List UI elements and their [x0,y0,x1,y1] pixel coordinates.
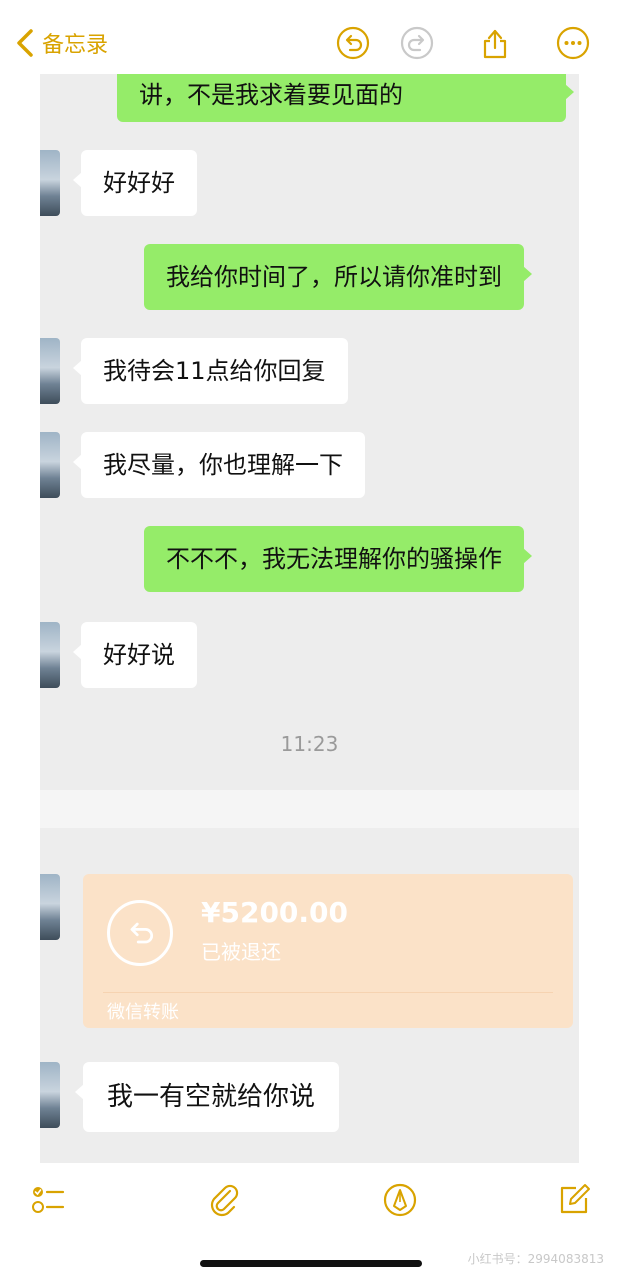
avatar [40,622,60,688]
message-bubble-sent: 讲，不是我求着要见面的 [117,74,574,122]
home-indicator[interactable] [200,1260,422,1267]
transfer-divider [103,992,553,993]
message-timestamp: 11:23 [280,732,339,756]
undo-button[interactable] [336,26,370,60]
message-bubble-received: 我尽量，你也理解一下 [73,432,365,498]
redo-icon [400,26,434,60]
avatar [40,1062,60,1128]
avatar [40,338,60,404]
transfer-status: 已被退还 [201,940,281,964]
avatar [40,432,60,498]
undo-icon [336,26,370,60]
message-bubble-sent: 我给你时间了，所以请你准时到 [144,244,532,310]
back-button[interactable]: 备忘录 [14,26,108,60]
paperclip-icon [210,1184,239,1217]
watermark: 小红书号：2994083813 [467,1252,604,1266]
chevron-left-icon [17,29,33,57]
refund-icon [107,900,173,966]
notes-toolbar-bottom [0,1172,620,1232]
markup-button[interactable] [382,1182,418,1218]
chat-screenshot-1: 讲，不是我求着要见面的 好好好 我给你时间了，所以请你准时到 我待会11点给你回… [40,74,579,790]
pen-tip-icon [383,1183,417,1217]
more-button[interactable] [556,26,590,60]
message-bubble-sent: 不不不，我无法理解你的骚操作 [144,526,532,592]
checklist-icon [32,1187,65,1213]
attachment-button[interactable] [206,1182,242,1218]
avatar [40,874,60,940]
more-icon [556,26,590,60]
avatar [40,150,60,216]
transfer-amount: ¥5200.00 [201,896,349,929]
screenshot-divider [40,790,579,828]
redo-button[interactable] [400,26,434,60]
checklist-button[interactable] [30,1182,66,1218]
compose-button[interactable] [556,1182,592,1218]
back-label: 备忘录 [42,33,109,58]
chat-screenshot-2: ¥5200.00 已被退还 微信转账 我一有空就给你说 [40,828,579,1163]
message-bubble-received: 好好好 [73,150,197,216]
message-bubble-received: 好好说 [73,622,197,688]
share-button[interactable] [478,26,512,60]
message-bubble-received: 我待会11点给你回复 [73,338,348,404]
transfer-type: 微信转账 [107,1002,179,1023]
share-icon [483,29,507,59]
transfer-card: ¥5200.00 已被退还 微信转账 [83,874,573,1028]
notes-toolbar-top: 备忘录 [0,0,620,80]
message-bubble-received: 我一有空就给你说 [74,1062,340,1132]
compose-icon [560,1184,590,1214]
